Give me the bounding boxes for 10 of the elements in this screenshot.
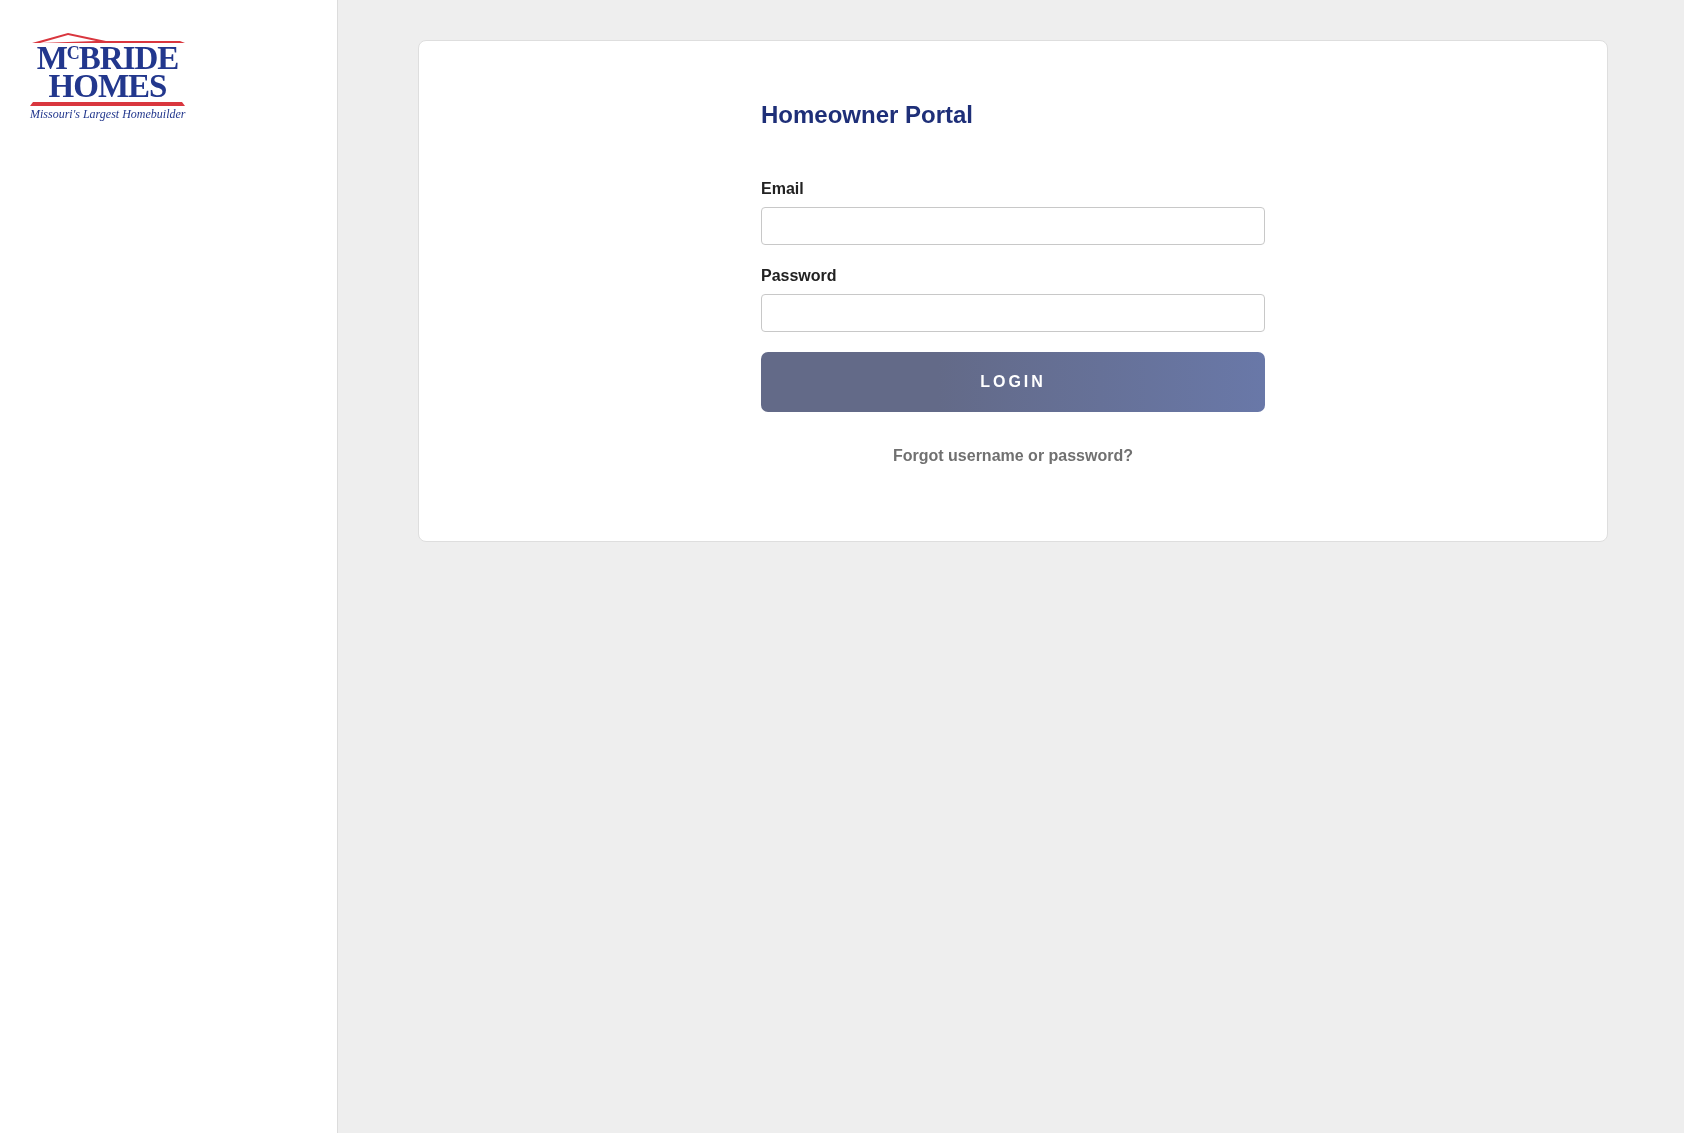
field-label: Email bbox=[761, 179, 805, 199]
input-field[interactable] bbox=[761, 207, 1265, 245]
logo-tagline: Missouri's Largest Homebuilder bbox=[30, 107, 186, 122]
forgot-link[interactable]: Forgot username or password? bbox=[892, 447, 1133, 465]
portal-title: Homeowner Portal bbox=[761, 101, 975, 129]
login-button[interactable]: LOGIN bbox=[761, 352, 1265, 412]
field-label: Password bbox=[761, 266, 838, 286]
input-field[interactable] bbox=[761, 294, 1265, 332]
logo-wordmark: M$^{C}$BRIDE bbox=[35, 44, 180, 72]
logo-wordmark: HOMES bbox=[48, 72, 167, 100]
